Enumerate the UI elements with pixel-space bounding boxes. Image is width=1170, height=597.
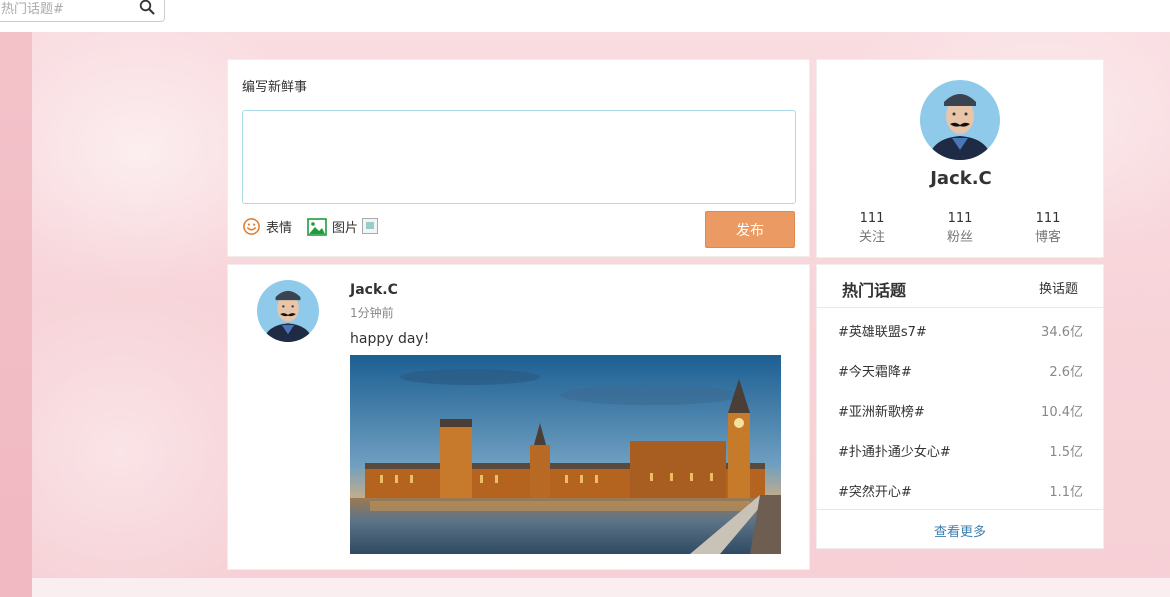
topic-name: #英雄联盟s7#	[838, 325, 927, 340]
topic-name: #今天霜降#	[838, 365, 912, 380]
post-card: Jack.C 1分钟前 happy day!	[227, 264, 810, 570]
image-button[interactable]: 图片	[307, 217, 358, 236]
post-text: happy day!	[350, 331, 430, 347]
stat-followers-count: 111	[947, 211, 973, 226]
stat-followers[interactable]: 111 粉丝	[930, 210, 990, 248]
image-icon	[307, 217, 327, 236]
search-button[interactable]	[138, 0, 156, 17]
topic-count: 34.6亿	[1041, 325, 1083, 340]
topic-count: 1.5亿	[1049, 445, 1083, 460]
topic-row[interactable]: #英雄联盟s7# 34.6亿	[817, 309, 1103, 349]
hot-topics-footer: 查看更多	[817, 509, 1103, 549]
hot-topics-header: 热门话题 换话题	[817, 265, 1103, 308]
stat-blogs-count: 111	[1035, 211, 1061, 226]
post-image[interactable]	[350, 355, 781, 554]
top-bar	[0, 0, 1170, 32]
post-photo	[350, 355, 781, 554]
stat-blogs-label: 博客	[1034, 230, 1061, 245]
avatar-image	[920, 80, 1000, 160]
post-avatar-image	[257, 280, 319, 342]
view-more-link[interactable]: 查看更多	[817, 521, 1103, 540]
image-label: 图片	[332, 221, 359, 236]
post-author[interactable]: Jack.C	[350, 282, 398, 298]
topic-name: #亚洲新歌榜#	[838, 405, 925, 420]
hot-topics-card: 热门话题 换话题 #英雄联盟s7# 34.6亿 #今天霜降# 2.6亿 #亚洲新…	[816, 264, 1104, 549]
profile-name[interactable]: Jack.C	[817, 168, 1105, 189]
smiley-icon	[243, 218, 260, 235]
profile-card: Jack.C 111 关注 111 粉丝 111 博客	[816, 59, 1104, 258]
stat-following-count: 111	[859, 211, 885, 226]
search-box	[0, 0, 165, 22]
search-icon	[139, 0, 155, 15]
emoji-button[interactable]: 表情	[242, 217, 292, 236]
emoji-label: 表情	[266, 221, 293, 236]
stat-followers-label: 粉丝	[946, 230, 973, 245]
stat-following-label: 关注	[858, 230, 885, 245]
post-time: 1分钟前	[350, 306, 394, 320]
topic-count: 1.1亿	[1049, 485, 1083, 500]
compose-textarea[interactable]	[242, 110, 796, 204]
topic-count: 10.4亿	[1041, 405, 1083, 420]
compose-card: 编写新鲜事 表情 图片 发布	[227, 59, 810, 257]
search-input[interactable]	[1, 0, 131, 19]
stat-following[interactable]: 111 关注	[842, 210, 902, 248]
topic-row[interactable]: #亚洲新歌榜# 10.4亿	[817, 389, 1103, 429]
hot-topics-title: 热门话题	[842, 281, 907, 300]
topic-row[interactable]: #今天霜降# 2.6亿	[817, 349, 1103, 389]
background-left-strip	[0, 32, 32, 597]
avatar[interactable]	[920, 80, 1000, 160]
stat-blogs[interactable]: 111 博客	[1018, 210, 1078, 248]
broken-image-icon	[362, 218, 378, 234]
change-topics-button[interactable]: 换话题	[1039, 278, 1078, 297]
topic-row[interactable]: #突然开心# 1.1亿	[817, 469, 1103, 509]
post-avatar[interactable]	[257, 280, 319, 342]
topic-name: #突然开心#	[838, 485, 912, 500]
compose-title: 编写新鲜事	[242, 80, 308, 95]
background-bottom	[32, 578, 1170, 597]
topic-count: 2.6亿	[1049, 365, 1083, 380]
topic-row[interactable]: #扑通扑通少女心# 1.5亿	[817, 429, 1103, 469]
topic-name: #扑通扑通少女心#	[838, 445, 951, 460]
publish-button[interactable]: 发布	[705, 211, 795, 248]
